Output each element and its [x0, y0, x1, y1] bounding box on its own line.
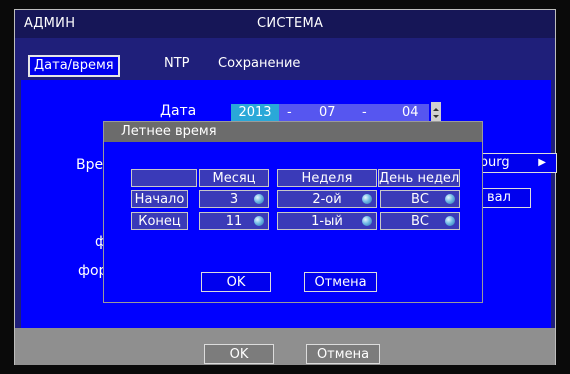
dialog-title: Летнее время: [104, 122, 482, 142]
globe-icon: [362, 194, 372, 204]
dialog-cancel-button[interactable]: Отмена: [304, 272, 377, 292]
header-month: Месяц: [199, 169, 269, 187]
end-day-value: ВС: [411, 214, 429, 229]
cancel-button[interactable]: Отмена: [306, 344, 380, 364]
start-day-select[interactable]: ВС: [380, 190, 460, 208]
tab-storage[interactable]: Сохранение: [214, 55, 304, 73]
dst-dialog: Летнее время Месяц Неделя День недели На…: [103, 121, 483, 303]
dialog-ok-button[interactable]: OK: [201, 272, 271, 292]
interval-label: вал: [487, 190, 511, 205]
end-month-select[interactable]: 11: [199, 212, 269, 230]
date-sep-1: -: [287, 105, 292, 120]
globe-icon: [445, 216, 455, 226]
globe-icon: [254, 216, 264, 226]
date-year-field[interactable]: 2013: [231, 104, 279, 122]
title-bar: АДМИН СИСТЕМА: [15, 10, 555, 38]
globe-icon: [254, 194, 264, 204]
end-month-value: 11: [225, 214, 243, 229]
globe-icon: [362, 216, 372, 226]
interval-button[interactable]: вал: [482, 188, 531, 208]
header-empty: [131, 169, 197, 187]
tab-date-time[interactable]: Дата/время: [28, 55, 120, 77]
window-title: СИСТЕМА: [257, 16, 324, 31]
row-end-label: Конец: [131, 212, 188, 230]
start-week-value: 2-ой: [312, 192, 342, 207]
globe-icon: [445, 194, 455, 204]
end-week-value: 1-ый: [311, 214, 343, 229]
chevron-right-icon: ▶: [538, 157, 546, 168]
row-start-label: Начало: [131, 190, 188, 208]
end-day-select[interactable]: ВС: [380, 212, 460, 230]
start-month-select[interactable]: 3: [199, 190, 269, 208]
bottom-bar: [15, 328, 555, 365]
ok-button[interactable]: OK: [204, 344, 274, 364]
date-label: Дата: [160, 103, 197, 119]
start-day-value: ВС: [411, 192, 429, 207]
header-day: День недели: [378, 169, 460, 187]
end-week-select[interactable]: 1-ый: [277, 212, 377, 230]
time-label-partial: Вре: [76, 157, 104, 173]
date-month[interactable]: 07: [319, 104, 336, 122]
start-month-value: 3: [229, 192, 239, 207]
start-week-select[interactable]: 2-ой: [277, 190, 377, 208]
date-field[interactable]: - 07 - 04: [279, 104, 429, 122]
header-week: Неделя: [277, 169, 377, 187]
tab-ntp[interactable]: NTP: [160, 55, 194, 73]
screen: АДМИН СИСТЕМА Дата/время NTP Сохранение …: [0, 0, 570, 374]
date-day[interactable]: 04: [402, 104, 419, 122]
user-label: АДМИН: [24, 16, 76, 31]
date-sep-2: -: [362, 105, 367, 120]
